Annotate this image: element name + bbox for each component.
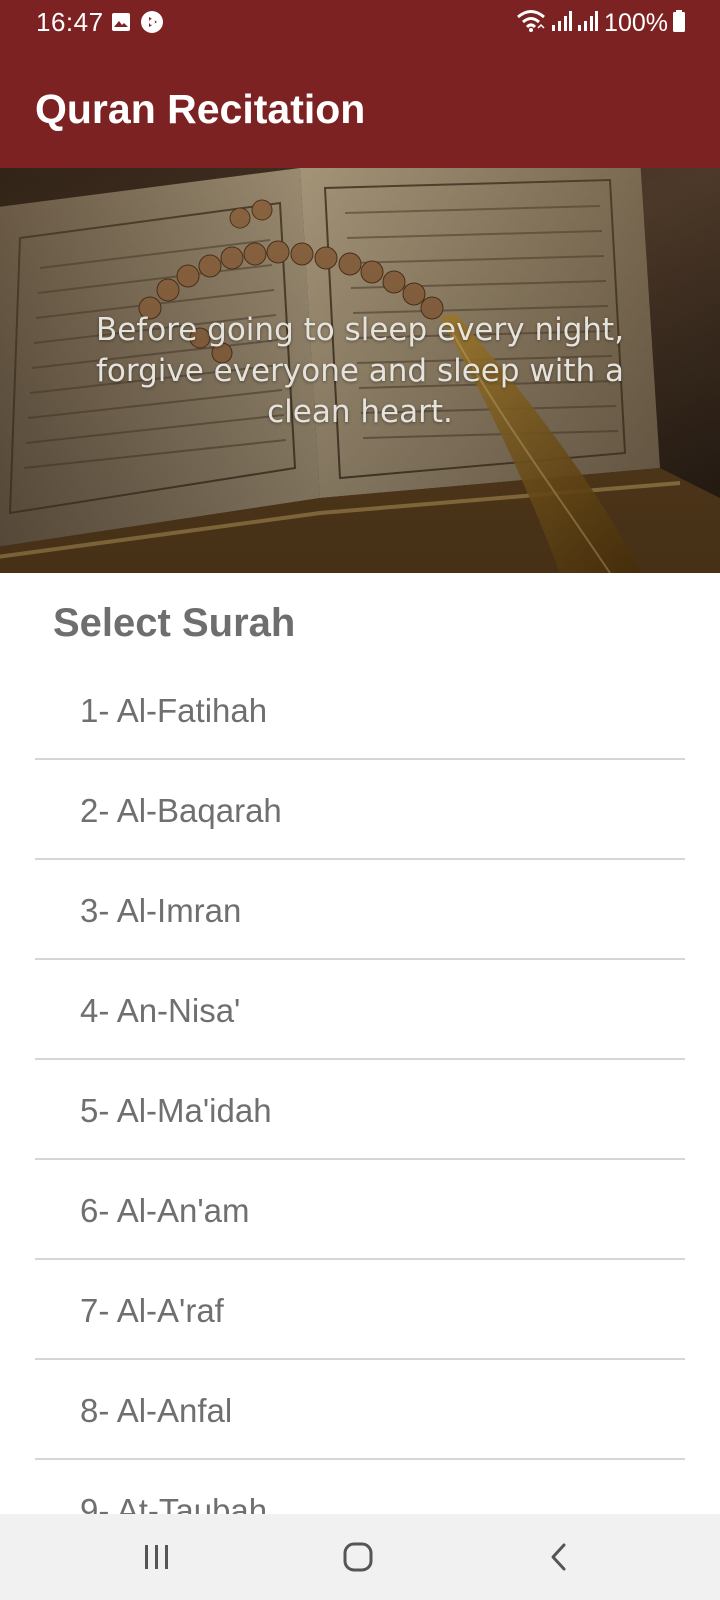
list-item[interactable]: 4- An-Nisa'	[35, 960, 685, 1060]
signal-icon	[550, 9, 573, 38]
screen: 16:47 100% Quran Recitation Before going…	[0, 0, 720, 1600]
list-item[interactable]: 2- Al-Baqarah	[35, 760, 685, 860]
status-right: 100%	[516, 7, 686, 39]
hero-quote: Before going to sleep every night, forgi…	[95, 312, 625, 430]
surah-list[interactable]: 1- Al-Fatihah 2- Al-Baqarah 3- Al-Imran …	[35, 660, 685, 1514]
battery-level: 100%	[604, 8, 668, 37]
app-bar: Quran Recitation	[0, 46, 720, 168]
list-item[interactable]: 9- At-Taubah	[35, 1460, 685, 1514]
app-title: Quran Recitation	[35, 86, 366, 132]
surah-label: 7- Al-A'raf	[80, 1292, 224, 1329]
gallery-icon	[111, 12, 131, 37]
surah-label: 2- Al-Baqarah	[80, 792, 282, 829]
list-item[interactable]: 6- Al-An'am	[35, 1160, 685, 1260]
hero-banner: Before going to sleep every night, forgi…	[0, 168, 720, 573]
surah-label: 5- Al-Ma'idah	[80, 1092, 272, 1129]
wifi-icon	[516, 9, 546, 38]
surah-label: 6- Al-An'am	[80, 1192, 250, 1229]
list-item[interactable]: 3- Al-Imran	[35, 860, 685, 960]
list-item[interactable]: 7- Al-A'raf	[35, 1260, 685, 1360]
back-icon	[551, 1543, 566, 1571]
navigation-bar	[0, 1514, 720, 1600]
home-button[interactable]	[328, 1532, 388, 1582]
list-item[interactable]: 8- Al-Anfal	[35, 1360, 685, 1460]
surah-label: 3- Al-Imran	[80, 892, 242, 929]
home-icon	[343, 1542, 373, 1572]
signal-icon	[576, 9, 599, 38]
status-time: 16:47	[36, 7, 104, 37]
surah-label: 1- Al-Fatihah	[80, 692, 268, 729]
surah-label: 9- At-Taubah	[80, 1492, 268, 1514]
section-title: Select Surah	[53, 601, 296, 645]
list-item[interactable]: 5- Al-Ma'idah	[35, 1060, 685, 1160]
status-bar: 16:47 100%	[0, 0, 720, 46]
battery-icon	[672, 9, 686, 38]
notification-app-icon	[140, 10, 164, 39]
back-button[interactable]	[529, 1532, 589, 1582]
recent-apps-icon	[145, 1545, 168, 1569]
surah-label: 8- Al-Anfal	[80, 1392, 233, 1429]
surah-label: 4- An-Nisa'	[80, 992, 241, 1029]
list-item[interactable]: 1- Al-Fatihah	[35, 660, 685, 760]
recent-apps-button[interactable]	[127, 1532, 187, 1582]
